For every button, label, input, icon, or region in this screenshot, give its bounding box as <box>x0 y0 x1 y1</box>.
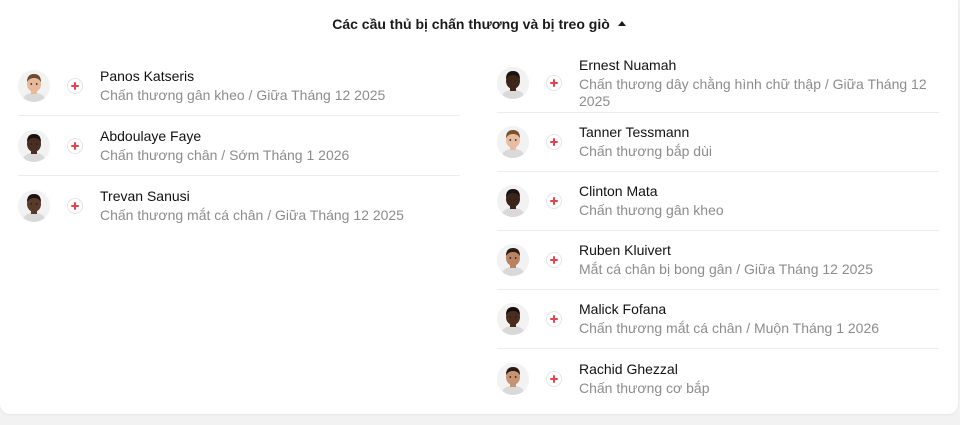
injury-detail: Chấn thương cơ bắp <box>579 379 710 396</box>
medical-cross-icon <box>547 253 561 267</box>
caret-up-icon[interactable] <box>617 21 626 26</box>
player-name[interactable]: Rachid Ghezzal <box>579 361 709 378</box>
player-row[interactable]: Ernest Nuamah Chấn thương dây chằng hình … <box>497 54 939 113</box>
player-info: Ernest Nuamah Chấn thương dây chằng hình … <box>579 57 939 110</box>
injury-detail: Mắt cá chân bị bong gân / Giữa Tháng 12 … <box>579 261 873 277</box>
player-name[interactable]: Trevan Sanusi <box>100 188 404 205</box>
player-info: Malick Fofana Chấn thương mắt cá chân / M… <box>579 301 879 337</box>
player-name[interactable]: Ernest Nuamah <box>579 57 939 74</box>
medical-cross-icon <box>68 199 82 213</box>
player-info: Clinton Mata Chấn thương gân kheo <box>579 183 724 219</box>
player-info: Tanner Tessmann Chấn thương bắp dùi <box>579 124 712 160</box>
player-avatar <box>18 190 50 222</box>
player-avatar <box>497 362 529 395</box>
medical-cross-icon <box>547 194 561 208</box>
player-row[interactable]: Rachid Ghezzal Chấn thương cơ bắp <box>497 349 939 408</box>
injured-suspended-card: Các cầu thủ bị chấn thương và bị treo gi… <box>0 0 958 414</box>
player-avatar <box>18 69 50 102</box>
section-header-toggle[interactable]: Các cầu thủ bị chấn thương và bị treo gi… <box>0 14 958 34</box>
injury-detail: Chấn thương mắt cá chân / Muộn Tháng 1 2… <box>579 320 880 336</box>
player-row[interactable]: Panos Katseris Chấn thương gân kheo / Giữ… <box>18 56 460 116</box>
player-name[interactable]: Tanner Tessmann <box>579 124 712 141</box>
injury-detail: Chấn thương chân / Sớm Tháng 1 2026 <box>100 146 350 163</box>
injury-detail: Chấn thương bắp dùi <box>579 143 712 159</box>
player-row[interactable]: Abdoulaye Faye Chấn thương chân / Sớm Thá… <box>18 116 460 176</box>
medical-cross-icon <box>68 138 82 153</box>
player-info: Ruben Kluivert Mắt cá chân bị bong gân / … <box>579 242 873 278</box>
player-info: Rachid Ghezzal Chấn thương cơ bắp <box>579 361 709 397</box>
medical-cross-icon <box>547 312 561 326</box>
player-avatar <box>497 126 529 158</box>
player-row[interactable]: Clinton Mata Chấn thương gân kheo <box>497 172 939 231</box>
injury-detail: Chấn thương dây chằng hình chữ thập / Gi… <box>579 75 927 109</box>
medical-cross-icon <box>547 135 561 149</box>
injury-detail: Chấn thương gân kheo <box>579 202 724 218</box>
left-player-list: Panos Katseris Chấn thương gân kheo / Giữ… <box>18 56 460 236</box>
section-title: Các cầu thủ bị chấn thương và bị treo gi… <box>332 16 610 32</box>
medical-cross-icon <box>547 76 561 90</box>
player-name[interactable]: Ruben Kluivert <box>579 242 873 259</box>
player-avatar <box>18 129 50 162</box>
player-avatar <box>497 303 529 335</box>
injury-detail: Chấn thương mắt cá chân / Giữa Tháng 12 … <box>100 207 404 223</box>
injury-detail: Chấn thương gân kheo / Giữa Tháng 12 202… <box>100 86 386 103</box>
player-info: Trevan Sanusi Chấn thương mắt cá chân / G… <box>100 188 404 224</box>
player-row[interactable]: Ruben Kluivert Mắt cá chân bị bong gân / … <box>497 231 939 290</box>
player-row[interactable]: Tanner Tessmann Chấn thương bắp dùi <box>497 113 939 172</box>
player-avatar <box>497 244 529 276</box>
player-name[interactable]: Panos Katseris <box>100 68 385 85</box>
player-name[interactable]: Clinton Mata <box>579 183 724 200</box>
player-avatar <box>497 185 529 217</box>
player-avatar <box>497 67 529 99</box>
right-player-list: Ernest Nuamah Chấn thương dây chằng hình … <box>497 54 939 408</box>
medical-cross-icon <box>547 371 561 386</box>
player-name[interactable]: Abdoulaye Faye <box>100 128 349 145</box>
player-name[interactable]: Malick Fofana <box>579 301 879 318</box>
medical-cross-icon <box>68 78 82 93</box>
player-row[interactable]: Malick Fofana Chấn thương mắt cá chân / M… <box>497 290 939 349</box>
player-info: Panos Katseris Chấn thương gân kheo / Giữ… <box>100 68 385 104</box>
player-info: Abdoulaye Faye Chấn thương chân / Sớm Thá… <box>100 128 349 164</box>
player-row[interactable]: Trevan Sanusi Chấn thương mắt cá chân / G… <box>18 176 460 236</box>
